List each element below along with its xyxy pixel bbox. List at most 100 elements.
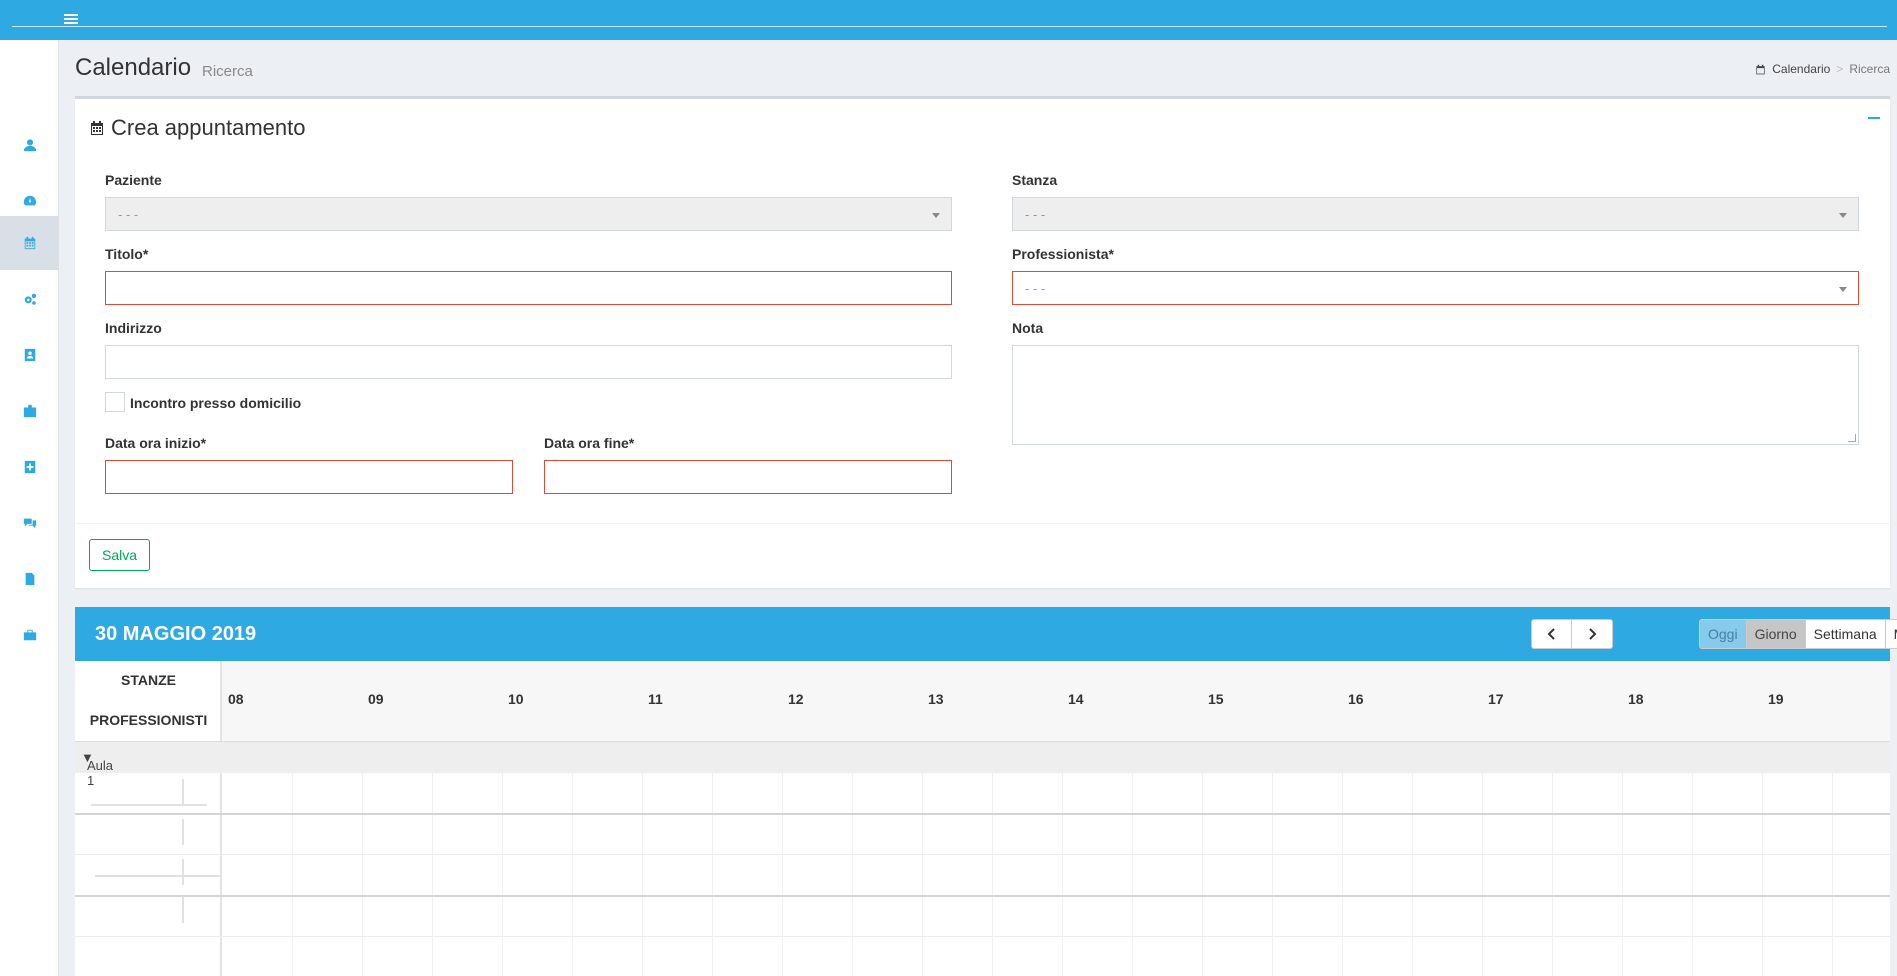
grid-line bbox=[642, 773, 643, 976]
box-title-text: Crea appuntamento bbox=[111, 115, 306, 140]
grid-line bbox=[992, 773, 993, 976]
grid-line bbox=[1062, 773, 1063, 976]
grid-line bbox=[572, 773, 573, 976]
day-view-button[interactable]: Giorno bbox=[1746, 619, 1806, 649]
resource-placeholder bbox=[182, 897, 184, 923]
row-separator bbox=[75, 895, 1890, 897]
calendar-date-title: 30 MAGGIO 2019 bbox=[95, 623, 257, 645]
sidebar-item-badges[interactable] bbox=[0, 384, 59, 438]
sidebar-item-calendar[interactable] bbox=[0, 216, 59, 270]
nota-label: Nota bbox=[1012, 320, 1044, 336]
calendar-icon bbox=[1756, 64, 1765, 74]
month-view-button[interactable]: Mese bbox=[1885, 619, 1897, 649]
grid-line bbox=[292, 773, 293, 976]
grid-line bbox=[1622, 773, 1623, 976]
paziente-select[interactable]: - - - bbox=[105, 197, 952, 231]
professionista-select[interactable]: - - - bbox=[1012, 271, 1859, 305]
sidebar-item-documents[interactable] bbox=[0, 552, 59, 606]
resource-placeholder bbox=[95, 875, 222, 877]
resource-header-stanze: STANZE bbox=[121, 672, 176, 688]
resource-placeholder bbox=[182, 779, 184, 805]
titolo-input[interactable] bbox=[105, 271, 952, 305]
grid-line bbox=[1272, 773, 1273, 976]
content-header: Calendario Ricerca Calendario > Ricerca bbox=[75, 52, 1890, 92]
resize-handle[interactable] bbox=[1848, 434, 1856, 442]
grid-line bbox=[852, 773, 853, 976]
hour-label: 12 bbox=[788, 691, 804, 707]
box-title: Crea appuntamento bbox=[89, 115, 305, 141]
data-fine-input[interactable] bbox=[544, 460, 952, 494]
grid-line bbox=[432, 773, 433, 976]
sidebar bbox=[0, 40, 59, 976]
grid-line bbox=[1552, 773, 1553, 976]
hour-label: 17 bbox=[1488, 691, 1504, 707]
cogs-icon bbox=[24, 293, 36, 305]
hour-label: 14 bbox=[1068, 691, 1084, 707]
chevron-left-icon bbox=[1547, 628, 1555, 640]
hour-label: 08 bbox=[228, 691, 244, 707]
data-inizio-input[interactable] bbox=[105, 460, 513, 494]
inizio-label: Data ora inizio* bbox=[105, 435, 207, 451]
grid-line bbox=[1202, 773, 1203, 976]
grid-line bbox=[922, 773, 923, 976]
grid-line bbox=[362, 773, 363, 976]
menu-toggle-icon[interactable] bbox=[64, 14, 78, 26]
breadcrumb-item-calendario[interactable]: Calendario bbox=[1772, 62, 1830, 76]
nota-textarea[interactable] bbox=[1012, 345, 1859, 445]
contact-card-icon bbox=[24, 348, 35, 362]
time-header: 08 09 10 11 12 13 14 15 16 17 18 19 bbox=[222, 661, 1890, 741]
chevron-down-icon bbox=[1839, 213, 1847, 218]
page-subtitle: Ricerca bbox=[202, 63, 253, 80]
grid-line bbox=[1482, 773, 1483, 976]
save-button[interactable]: Salva bbox=[89, 539, 150, 571]
chevron-right-icon bbox=[1589, 628, 1597, 640]
group-label: ▼ Aula 1 bbox=[81, 750, 114, 788]
today-button[interactable]: Oggi bbox=[1699, 619, 1747, 649]
paziente-label: Paziente bbox=[105, 172, 162, 188]
sidebar-item-user[interactable] bbox=[0, 118, 59, 172]
medical-record-icon bbox=[24, 460, 35, 474]
hour-label: 19 bbox=[1768, 691, 1784, 707]
grid-line bbox=[712, 773, 713, 976]
domicilio-label: Incontro presso domicilio bbox=[130, 395, 302, 411]
id-badge-icon bbox=[23, 404, 36, 418]
calendar-toolbar: 30 MAGGIO 2019 Oggi Giorno Settimana Mes… bbox=[75, 607, 1897, 661]
sidebar-item-messages[interactable] bbox=[0, 496, 59, 550]
indirizzo-input[interactable] bbox=[105, 345, 952, 379]
hour-label: 18 bbox=[1628, 691, 1644, 707]
calendar-view-switcher: Oggi Giorno Settimana Mese bbox=[1699, 619, 1897, 649]
resource-placeholder bbox=[182, 819, 184, 845]
dashboard-icon bbox=[23, 195, 36, 206]
collapse-button[interactable] bbox=[1868, 117, 1880, 119]
resource-placeholder bbox=[182, 859, 184, 885]
week-view-button[interactable]: Settimana bbox=[1805, 619, 1886, 649]
next-button[interactable] bbox=[1572, 619, 1613, 649]
sidebar-item-tools[interactable] bbox=[0, 608, 59, 662]
grid-line bbox=[1342, 773, 1343, 976]
professionista-label: Professionista* bbox=[1012, 246, 1114, 262]
row-separator bbox=[75, 813, 1890, 815]
domicilio-checkbox[interactable] bbox=[105, 392, 125, 412]
hour-label: 09 bbox=[368, 691, 384, 707]
stanza-select[interactable]: - - - bbox=[1012, 197, 1859, 231]
stanza-select-value: - - - bbox=[1025, 207, 1046, 222]
resource-column bbox=[75, 773, 222, 976]
user-icon bbox=[23, 139, 36, 152]
create-appointment-box: Crea appuntamento Paziente - - - Stanza … bbox=[75, 96, 1890, 588]
hour-label: 13 bbox=[928, 691, 944, 707]
timeline-grid[interactable] bbox=[75, 773, 1890, 976]
stanza-label: Stanza bbox=[1012, 172, 1058, 188]
hour-label: 15 bbox=[1208, 691, 1224, 707]
prev-button[interactable] bbox=[1531, 619, 1572, 649]
chevron-down-icon bbox=[1839, 287, 1847, 292]
grid-line bbox=[1692, 773, 1693, 976]
calendar-timeline: STANZE PROFESSIONISTI 08 09 10 11 12 13 14 15 16… bbox=[75, 661, 1890, 976]
grid-line bbox=[1412, 773, 1413, 976]
sidebar-item-medical[interactable] bbox=[0, 440, 59, 494]
sidebar-item-contacts[interactable] bbox=[0, 328, 59, 382]
hour-label: 16 bbox=[1348, 691, 1364, 707]
group-row-aula-1[interactable]: ▼ Aula 1 bbox=[75, 741, 1890, 788]
resource-placeholder bbox=[91, 804, 207, 806]
fine-label: Data ora fine* bbox=[544, 435, 635, 451]
sidebar-item-settings[interactable] bbox=[0, 272, 59, 326]
